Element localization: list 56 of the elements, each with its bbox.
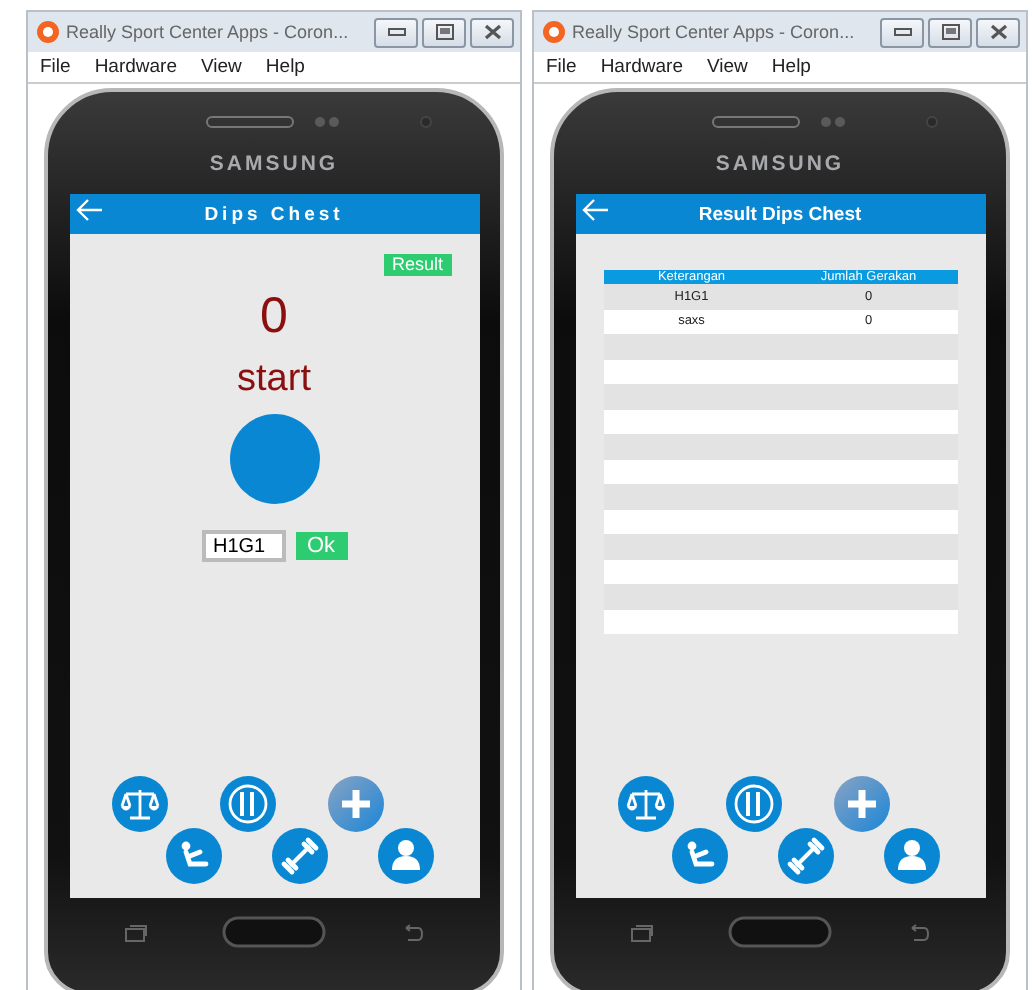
- close-button[interactable]: [976, 17, 1020, 47]
- window-title: Really Sport Center Apps - Coron...: [66, 22, 351, 42]
- brand-logo: SAMSUNG: [715, 152, 845, 180]
- recent-apps-icon[interactable]: [630, 923, 654, 941]
- maximize-icon: [435, 24, 453, 40]
- situp-icon[interactable]: [671, 828, 727, 884]
- back-arrow-icon[interactable]: [581, 198, 609, 222]
- screen-title: Dips Chest: [204, 203, 344, 225]
- minimize-button[interactable]: [880, 17, 924, 47]
- counter-value: 0: [260, 286, 288, 346]
- menu-item[interactable]: File: [546, 56, 577, 78]
- scale-icon[interactable]: [111, 776, 167, 832]
- menu-item[interactable]: Help: [265, 56, 305, 78]
- screen-title: Result Dips Chest: [698, 203, 862, 225]
- minimize-icon: [893, 26, 911, 38]
- menu-item[interactable]: Hardware: [94, 56, 177, 78]
- maximize-button[interactable]: [422, 17, 466, 47]
- camera-icon: [926, 116, 938, 128]
- dumbbell-icon[interactable]: [271, 828, 327, 884]
- maximize-icon: [941, 24, 959, 40]
- home-button[interactable]: [728, 916, 832, 948]
- status-text: start: [237, 358, 311, 402]
- minimize-icon: [387, 26, 405, 38]
- plus-icon[interactable]: [327, 776, 383, 832]
- menu-item[interactable]: File: [40, 56, 71, 78]
- menu-item[interactable]: Help: [771, 56, 811, 78]
- app-icon: [36, 20, 60, 44]
- situp-icon[interactable]: [165, 828, 221, 884]
- app-icon: [542, 20, 566, 44]
- back-icon[interactable]: [400, 923, 424, 941]
- back-icon[interactable]: [906, 923, 930, 941]
- dumbbell-icon[interactable]: [777, 828, 833, 884]
- home-button[interactable]: [222, 916, 326, 948]
- menu-item[interactable]: Hardware: [600, 56, 683, 78]
- close-icon: [483, 24, 501, 40]
- minimize-button[interactable]: [374, 17, 418, 47]
- close-button[interactable]: [470, 17, 514, 47]
- brand-logo: SAMSUNG: [209, 152, 339, 180]
- recent-apps-icon[interactable]: [124, 923, 148, 941]
- tap-circle[interactable]: [229, 414, 319, 504]
- scale-icon[interactable]: [617, 776, 673, 832]
- person-icon[interactable]: [377, 828, 433, 884]
- sensor-icon: [314, 116, 342, 128]
- input-field[interactable]: H1G1: [201, 530, 285, 562]
- person-icon[interactable]: [883, 828, 939, 884]
- maximize-button[interactable]: [928, 17, 972, 47]
- speaker-grill: [206, 116, 294, 128]
- window-title: Really Sport Center Apps - Coron...: [572, 22, 857, 42]
- close-icon: [989, 24, 1007, 40]
- camera-icon: [420, 116, 432, 128]
- speaker-grill: [712, 116, 800, 128]
- sensor-icon: [820, 116, 848, 128]
- menu-item[interactable]: View: [707, 56, 748, 78]
- plus-icon[interactable]: [833, 776, 889, 832]
- menu-item[interactable]: View: [201, 56, 242, 78]
- back-arrow-icon[interactable]: [75, 198, 103, 222]
